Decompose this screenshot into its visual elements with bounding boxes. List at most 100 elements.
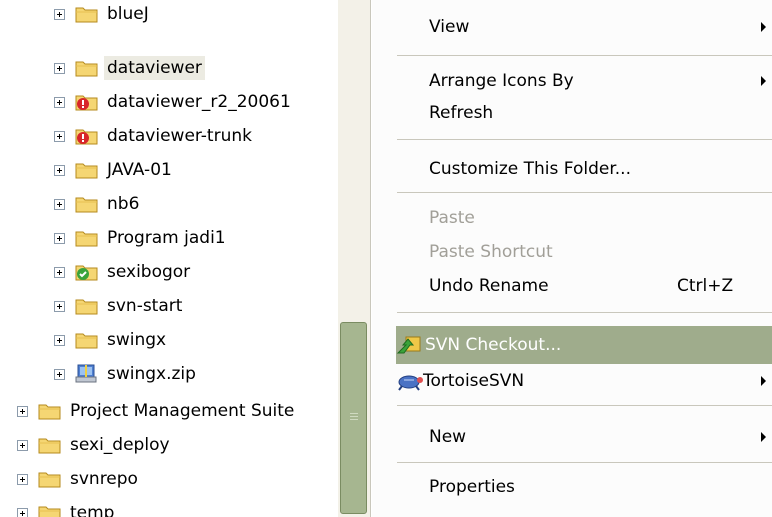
scrollbar-grip-icon [350,413,358,422]
submenu-arrow-icon [761,22,766,32]
tree-node-label: dataviewer_r2_20061 [107,92,291,112]
svn-normal-folder-icon [75,265,98,281]
menu-item-customize-folder[interactable]: Customize This Folder... [372,152,772,186]
folder-icon [38,404,61,420]
tree-node-svn-start[interactable]: svn-start [54,290,185,322]
tree-node-label: JAVA-01 [107,160,172,180]
menu-item-label: Properties [429,477,515,497]
tree-node-label: sexi_deploy [70,435,170,455]
expand-icon[interactable] [54,334,65,346]
folder-icon [38,438,61,454]
folder-tree: blueJ dataviewer dataviewer_r2_20061 dat… [0,0,338,517]
menu-item-label: Refresh [429,103,494,123]
tree-node-label: svnrepo [70,469,138,489]
expand-icon[interactable] [54,130,65,142]
menu-separator [397,312,772,313]
expand-icon[interactable] [54,96,65,108]
tree-node-svnrepo[interactable]: svnrepo [17,463,141,495]
submenu-arrow-icon [761,376,766,386]
scrollbar-thumb[interactable] [340,322,367,514]
menu-item-refresh[interactable]: Refresh [372,96,772,130]
expand-icon[interactable] [54,62,65,74]
expand-icon[interactable] [17,507,28,517]
expand-icon[interactable] [54,266,65,278]
menu-item-shortcut: Ctrl+Z [677,276,734,296]
expand-icon[interactable] [54,232,65,244]
folder-icon [75,299,98,315]
tree-node-java-01[interactable]: JAVA-01 [54,154,175,186]
tree-node-temp[interactable]: temp [17,497,117,517]
menu-item-new[interactable]: New [372,420,772,454]
menu-item-label: Customize This Folder... [429,159,631,179]
expand-icon[interactable] [54,8,65,20]
expand-icon[interactable] [54,368,65,380]
tree-node-label: swingx.zip [107,364,196,384]
menu-item-label: SVN Checkout... [425,335,562,355]
tree-node-bluej[interactable]: blueJ [54,0,152,30]
expand-icon[interactable] [54,164,65,176]
menu-separator [397,192,772,193]
tree-node-label: dataviewer [104,56,205,80]
menu-item-properties[interactable]: Properties [372,470,772,504]
tree-node-swingx-zip[interactable]: swingx.zip [54,358,199,390]
tree-node-program-jadi1[interactable]: Program jadi1 [54,222,229,254]
menu-separator [397,405,772,406]
tree-node-label: svn-start [107,296,183,316]
submenu-arrow-icon [761,432,766,442]
folder-icon [75,7,98,23]
expand-icon[interactable] [54,198,65,210]
expand-icon[interactable] [17,473,28,485]
svn-checkout-icon [396,336,421,354]
folder-icon [38,506,61,517]
tree-node-label: sexibogor [107,262,191,282]
menu-item-svn-checkout[interactable]: SVN Checkout... [396,326,772,364]
expand-icon[interactable] [54,300,65,312]
vertical-scrollbar[interactable] [338,0,370,517]
menu-item-paste-shortcut[interactable]: Paste Shortcut [372,235,772,269]
tree-node-project-management-suite[interactable]: Project Management Suite [17,395,297,427]
tree-node-label: Project Management Suite [70,401,295,421]
tree-node-label: dataviewer-trunk [107,126,252,146]
folder-icon [75,197,98,213]
menu-item-label: TortoiseSVN [423,371,525,391]
zip-file-icon [75,364,97,383]
folder-icon [75,163,98,179]
menu-item-label: New [429,427,467,447]
tree-node-label: Program jadi1 [107,228,226,248]
folder-icon [75,231,98,247]
folder-icon [75,333,98,349]
menu-separator [397,55,772,56]
expand-icon[interactable] [17,439,28,451]
context-menu: View Arrange Icons By Refresh Customize … [372,0,772,517]
menu-separator [397,462,772,463]
menu-item-label: Paste Shortcut [429,242,553,262]
folder-icon [75,61,98,77]
menu-separator [397,139,772,140]
tree-node-label: temp [70,503,115,517]
tree-node-dataviewer-r2[interactable]: dataviewer_r2_20061 [54,86,294,118]
tree-node-label: blueJ [107,4,149,24]
tree-node-dataviewer-trunk[interactable]: dataviewer-trunk [54,120,255,152]
tree-node-label: nb6 [107,194,140,214]
menu-item-tortoisesvn[interactable]: TortoiseSVN [372,364,772,398]
tree-node-sexi-deploy[interactable]: sexi_deploy [17,429,173,461]
menu-item-paste[interactable]: Paste [372,201,772,235]
menu-item-view[interactable]: View [372,10,772,44]
menu-item-arrange-icons-by[interactable]: Arrange Icons By [372,64,772,98]
menu-item-undo-rename[interactable]: Undo Rename Ctrl+Z [372,269,772,303]
tree-node-swingx[interactable]: swingx [54,324,169,356]
tree-node-nb6[interactable]: nb6 [54,188,142,220]
submenu-arrow-icon [761,76,766,86]
tortoisesvn-icon [398,375,423,391]
pane-divider[interactable] [370,0,371,517]
tree-node-sexibogor[interactable]: sexibogor [54,256,193,288]
expand-icon[interactable] [17,405,28,417]
menu-item-label: Undo Rename [429,276,549,296]
svn-conflict-folder-icon [75,95,98,111]
menu-item-label: View [429,17,470,37]
menu-item-label: Paste [429,208,475,228]
tree-node-label: swingx [107,330,167,350]
folder-icon [38,472,61,488]
svn-conflict-folder-icon [75,129,98,145]
tree-node-dataviewer[interactable]: dataviewer [54,52,205,84]
